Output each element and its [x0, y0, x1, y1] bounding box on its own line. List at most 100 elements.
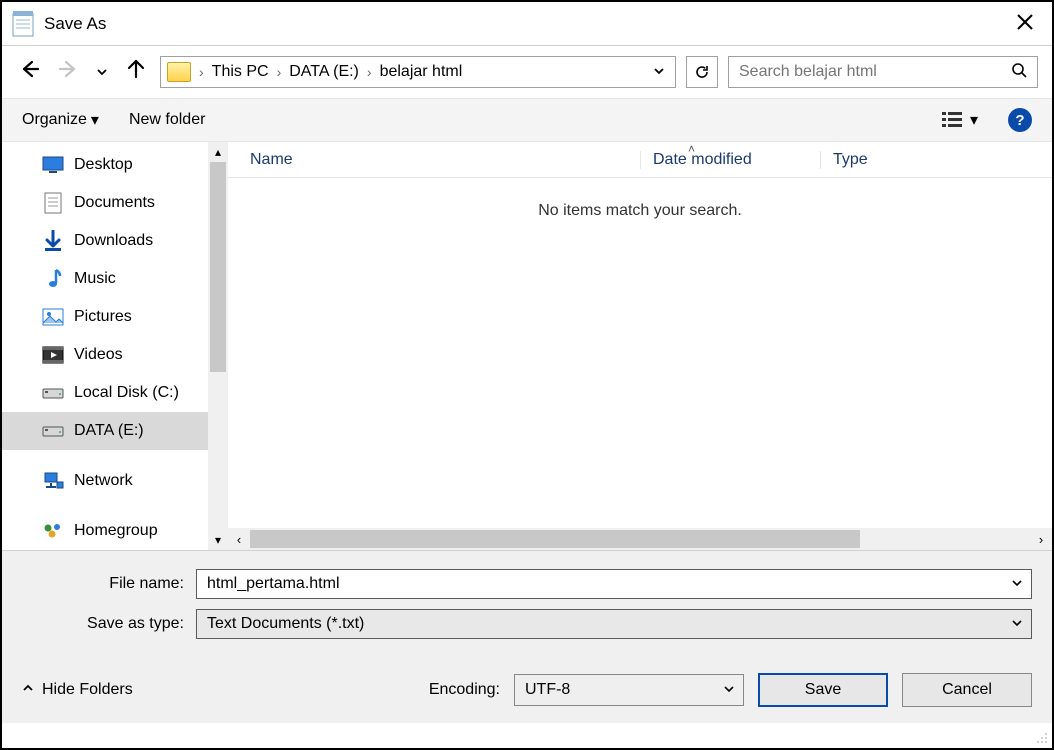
download-icon: [42, 231, 64, 251]
titlebar: Save As: [2, 2, 1052, 46]
network-icon: [42, 471, 64, 491]
caret-down-icon: ▾: [970, 110, 978, 130]
search-box[interactable]: [728, 56, 1038, 88]
caret-down-icon: ▾: [91, 110, 99, 130]
filename-field[interactable]: html_pertama.html: [196, 569, 1032, 599]
form-panel: File name: html_pertama.html Save as typ…: [2, 550, 1052, 659]
chevron-down-icon: [96, 66, 108, 78]
chevron-down-icon[interactable]: [1011, 576, 1023, 592]
sidebar-item-videos[interactable]: Videos: [2, 336, 208, 374]
organize-button[interactable]: Organize ▾: [22, 110, 99, 130]
nav-sidebar: Desktop Documents Downloads Music Pictures Vi…: [2, 142, 228, 550]
sidebar-item-label: DATA (E:): [74, 422, 144, 440]
sidebar-item-music[interactable]: Music: [2, 260, 208, 298]
sidebar-item-documents[interactable]: Documents: [2, 184, 208, 222]
sidebar-item-label: Music: [74, 270, 116, 288]
back-button[interactable]: [16, 59, 44, 85]
disk-icon: [42, 421, 64, 441]
column-name[interactable]: Name: [250, 151, 640, 169]
breadcrumb-data-e[interactable]: DATA (E:): [289, 63, 359, 81]
chevron-down-icon: [723, 682, 735, 698]
up-button[interactable]: [122, 59, 150, 85]
arrow-up-icon: [126, 59, 146, 79]
refresh-button[interactable]: [686, 56, 718, 88]
document-icon: [42, 193, 64, 213]
chevron-up-icon: [22, 681, 34, 699]
view-details-icon: [942, 111, 964, 129]
chevron-down-icon: [653, 65, 665, 77]
scroll-right-icon[interactable]: ›: [1030, 532, 1052, 547]
scroll-up-icon[interactable]: ▴: [208, 142, 228, 162]
music-icon: [42, 269, 64, 289]
arrow-right-icon: [58, 59, 78, 79]
disk-icon: [42, 383, 64, 403]
save-button[interactable]: Save: [758, 673, 888, 707]
address-dropdown[interactable]: [649, 64, 669, 80]
address-bar[interactable]: › This PC › DATA (E:) › belajar html: [160, 56, 676, 88]
chevron-down-icon[interactable]: [1011, 616, 1023, 632]
help-button[interactable]: ?: [1008, 108, 1032, 132]
sidebar-item-pictures[interactable]: Pictures: [2, 298, 208, 336]
forward-button[interactable]: [54, 59, 82, 85]
column-date-modified[interactable]: Date modified: [640, 151, 820, 169]
videos-icon: [42, 345, 64, 365]
new-folder-button[interactable]: New folder: [129, 111, 205, 129]
sidebar-item-label: Local Disk (C:): [74, 384, 179, 402]
search-icon: [1011, 62, 1027, 83]
search-input[interactable]: [739, 63, 1011, 81]
chevron-right-icon: ›: [199, 64, 204, 80]
filename-value: html_pertama.html: [207, 575, 340, 593]
sidebar-item-label: Homegroup: [74, 522, 158, 540]
sidebar-item-network[interactable]: Network: [2, 462, 208, 500]
sidebar-item-data-e-[interactable]: DATA (E:): [2, 412, 208, 450]
scroll-left-icon[interactable]: ‹: [228, 532, 250, 547]
close-button[interactable]: [1008, 8, 1042, 40]
sidebar-item-label: Network: [74, 472, 133, 490]
encoding-value: UTF-8: [525, 681, 570, 699]
scrollbar-thumb[interactable]: [250, 530, 860, 548]
toolbar: Organize ▾ New folder ▾ ?: [2, 98, 1052, 142]
cancel-button[interactable]: Cancel: [902, 673, 1032, 707]
close-icon: [1016, 13, 1034, 31]
homegroup-icon: [42, 521, 64, 541]
notepad-icon: [12, 11, 34, 37]
sidebar-item-desktop[interactable]: Desktop: [2, 146, 208, 184]
footer: Hide Folders Encoding: UTF-8 Save Cancel: [2, 659, 1052, 723]
hide-folders-button[interactable]: Hide Folders: [22, 681, 133, 699]
breadcrumb-belajar-html[interactable]: belajar html: [380, 63, 463, 81]
savetype-label: Save as type:: [22, 615, 196, 633]
sidebar-scrollbar[interactable]: ▴ ▾: [208, 142, 228, 550]
folder-icon: [167, 62, 191, 82]
horizontal-scrollbar[interactable]: ‹ ›: [228, 528, 1052, 550]
breadcrumb-this-pc[interactable]: This PC: [212, 63, 269, 81]
sidebar-item-downloads[interactable]: Downloads: [2, 222, 208, 260]
sidebar-item-label: Documents: [74, 194, 155, 212]
refresh-icon: [694, 64, 710, 80]
encoding-label: Encoding:: [429, 681, 500, 699]
sidebar-item-label: Videos: [74, 346, 123, 364]
column-type[interactable]: Type: [820, 151, 868, 169]
sidebar-item-local-disk-c-[interactable]: Local Disk (C:): [2, 374, 208, 412]
resize-grip-icon[interactable]: [1034, 730, 1048, 744]
sidebar-item-label: Desktop: [74, 156, 133, 174]
scrollbar-thumb[interactable]: [210, 162, 226, 372]
desktop-icon: [42, 155, 64, 175]
recent-dropdown[interactable]: [92, 61, 112, 84]
file-pane: ˄ Name Date modified Type No items match…: [228, 142, 1052, 550]
sidebar-item-label: Downloads: [74, 232, 153, 250]
scroll-down-icon[interactable]: ▾: [208, 530, 228, 550]
savetype-field[interactable]: Text Documents (*.txt): [196, 609, 1032, 639]
column-headers: ˄ Name Date modified Type: [228, 142, 1052, 178]
encoding-select[interactable]: UTF-8: [514, 674, 744, 706]
chevron-right-icon: ›: [277, 64, 282, 80]
arrow-left-icon: [20, 59, 40, 79]
sidebar-item-label: Pictures: [74, 308, 132, 326]
nav-row: › This PC › DATA (E:) › belajar html: [2, 46, 1052, 98]
organize-label: Organize: [22, 111, 87, 129]
pictures-icon: [42, 307, 64, 327]
filename-label: File name:: [22, 575, 196, 593]
empty-message: No items match your search.: [228, 178, 1052, 528]
savetype-value: Text Documents (*.txt): [207, 615, 364, 633]
sidebar-item-homegroup[interactable]: Homegroup: [2, 512, 208, 550]
view-options-button[interactable]: ▾: [942, 110, 978, 130]
